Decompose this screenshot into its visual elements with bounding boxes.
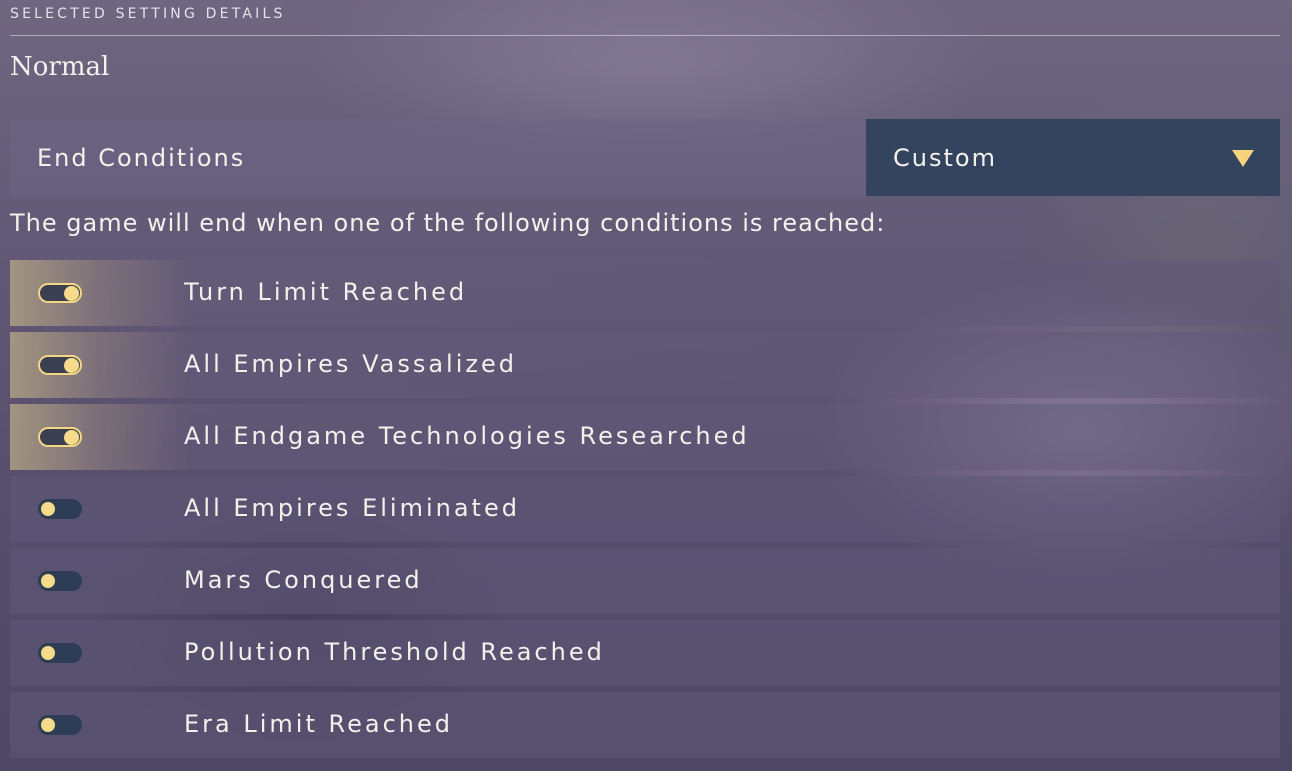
condition-row-mars-conquered[interactable]: Mars Conquered	[10, 548, 1280, 614]
condition-label: Turn Limit Reached	[184, 278, 468, 306]
toggle-switch[interactable]	[38, 499, 82, 519]
header-divider	[10, 35, 1280, 36]
condition-row-all-empires-eliminated[interactable]: All Empires Eliminated	[10, 476, 1280, 542]
toggle-switch[interactable]	[38, 427, 82, 447]
toggle-switch[interactable]	[38, 643, 82, 663]
toggle-switch[interactable]	[38, 715, 82, 735]
preset-name: Normal	[10, 52, 110, 82]
end-conditions-label: End Conditions	[37, 144, 246, 172]
end-conditions-dropdown[interactable]: Custom	[866, 119, 1280, 196]
condition-label: Pollution Threshold Reached	[184, 638, 605, 666]
toggle-knob	[64, 358, 79, 373]
end-conditions-description: The game will end when one of the follow…	[10, 209, 886, 237]
section-header: SELECTED SETTING DETAILS	[10, 6, 286, 22]
condition-row-turn-limit[interactable]: Turn Limit Reached	[10, 260, 1280, 326]
toggle-knob	[64, 286, 79, 301]
condition-row-all-empires-vassalized[interactable]: All Empires Vassalized	[10, 332, 1280, 398]
condition-row-pollution-threshold[interactable]: Pollution Threshold Reached	[10, 620, 1280, 686]
toggle-knob	[41, 718, 55, 732]
toggle-switch[interactable]	[38, 355, 82, 375]
toggle-knob	[41, 502, 55, 516]
toggle-knob	[64, 430, 79, 445]
condition-row-endgame-technologies[interactable]: All Endgame Technologies Researched	[10, 404, 1280, 470]
selected-setting-details-panel: SELECTED SETTING DETAILS Normal End Cond…	[10, 0, 1280, 771]
toggle-switch[interactable]	[38, 571, 82, 591]
toggle-knob	[41, 646, 55, 660]
condition-label: Era Limit Reached	[184, 710, 453, 738]
condition-label: Mars Conquered	[184, 566, 423, 594]
end-conditions-label-box: End Conditions	[10, 119, 866, 196]
dropdown-selected-value: Custom	[893, 144, 997, 172]
condition-row-era-limit[interactable]: Era Limit Reached	[10, 692, 1280, 758]
toggle-switch[interactable]	[38, 283, 82, 303]
condition-label: All Endgame Technologies Researched	[184, 422, 750, 450]
condition-label: All Empires Vassalized	[184, 350, 517, 378]
triangle-down-icon	[1232, 150, 1254, 167]
end-conditions-setting: End Conditions Custom	[10, 119, 1280, 196]
toggle-knob	[41, 574, 55, 588]
condition-label: All Empires Eliminated	[184, 494, 520, 522]
